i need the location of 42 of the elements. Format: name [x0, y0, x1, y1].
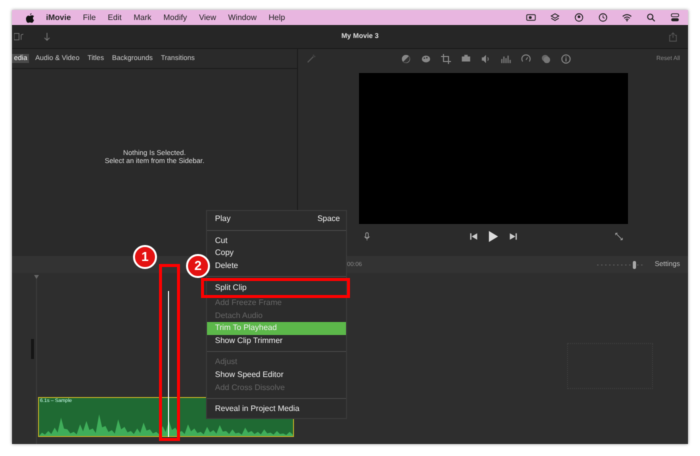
- menu-item[interactable]: iMovie: [46, 13, 71, 22]
- menu-item[interactable]: Show Clip Trimmer: [207, 334, 346, 348]
- shortcut: Space: [317, 213, 340, 225]
- menu-item[interactable]: Help: [268, 13, 286, 22]
- overlapping-circles-icon[interactable]: [541, 54, 552, 64]
- camera-icon[interactable]: [526, 13, 536, 22]
- menu-item[interactable]: Delete: [207, 260, 346, 272]
- menu-item[interactable]: Modify: [163, 13, 187, 22]
- layers-icon[interactable]: [550, 13, 560, 22]
- menu-item[interactable]: Copy: [207, 247, 346, 260]
- play-icon[interactable]: [488, 230, 498, 243]
- menu-item[interactable]: View: [198, 13, 216, 22]
- download-arrow-icon[interactable]: [42, 32, 52, 42]
- menu-item[interactable]: Play Space: [207, 213, 346, 226]
- fullscreen-icon[interactable]: [615, 232, 623, 241]
- palette-icon[interactable]: [421, 54, 432, 64]
- color-balance-icon[interactable]: [401, 54, 412, 64]
- menu-item[interactable]: Show Speed Editor: [207, 368, 346, 382]
- clock-icon[interactable]: [598, 13, 608, 22]
- microphone-icon[interactable]: [363, 232, 371, 241]
- apple-logo-icon[interactable]: [26, 12, 34, 22]
- start-marker-icon: [34, 275, 39, 279]
- slider-thumb[interactable]: [632, 260, 636, 268]
- search-icon[interactable]: [646, 13, 656, 22]
- menu-item[interactable]: Window: [228, 13, 257, 22]
- equalizer-icon[interactable]: [501, 54, 512, 64]
- control-center-icon[interactable]: [670, 13, 680, 22]
- menu-item[interactable]: Cut: [207, 234, 346, 248]
- menu-item[interactable]: Edit: [108, 13, 122, 22]
- skip-forward-icon[interactable]: [508, 232, 516, 241]
- speedometer-icon[interactable]: [521, 54, 532, 64]
- video-camera-icon[interactable]: [461, 54, 472, 64]
- user-icon[interactable]: [574, 13, 584, 22]
- speaker-icon[interactable]: [481, 54, 492, 64]
- skip-back-icon[interactable]: [470, 232, 478, 241]
- library-music-icon[interactable]: [14, 32, 24, 42]
- wifi-icon[interactable]: [622, 13, 632, 22]
- crop-icon[interactable]: [441, 54, 452, 64]
- info-icon[interactable]: [561, 54, 572, 64]
- menu-item[interactable]: File: [82, 13, 96, 22]
- menu-item[interactable]: Mark: [134, 13, 152, 22]
- menu-item[interactable]: Split Clip: [201, 278, 350, 298]
